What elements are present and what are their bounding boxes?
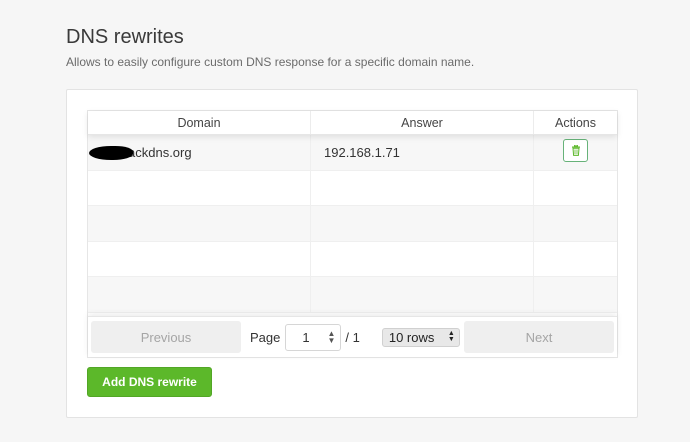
table-body: ackdns.org 192.168.1.71 [88,135,617,313]
table-row: ackdns.org 192.168.1.71 [88,135,617,171]
redaction-mark [89,146,133,160]
column-header-actions: Actions [555,115,596,130]
page-title: DNS rewrites [66,26,184,48]
empty-cell [534,206,617,241]
empty-cell [534,171,617,206]
empty-cell [311,277,534,312]
rows-per-page-value: 10 rows [388,329,435,345]
empty-cell [534,242,617,277]
page-subtitle: Allows to easily configure custom DNS re… [66,55,475,69]
delete-button[interactable] [563,138,588,162]
empty-cell [88,277,311,312]
pagination-bar: Previous Page 1 ▲ ▼ / 1 10 rows ▲ ▼ Next [88,316,617,357]
actions-cell [534,135,617,170]
previous-page-button[interactable]: Previous [91,321,241,353]
table-row [88,170,617,206]
page-number-value: 1 [302,329,310,345]
empty-cell [311,241,534,276]
empty-cell [88,241,311,276]
trash-icon [571,144,580,156]
dns-rewrites-card: Domain Answer Actions ackdns.org 192.168… [66,89,638,418]
add-dns-rewrite-button[interactable]: Add DNS rewrite [87,367,212,397]
select-arrows-icon: ▲ ▼ [447,329,455,343]
total-pages: / 1 [345,329,360,345]
page-label: Page [250,329,281,345]
rows-per-page-select[interactable]: 10 rows ▲ ▼ [381,327,460,347]
column-header-domain[interactable]: Domain [88,111,311,134]
table-row [88,206,617,242]
stepper-arrows-icon[interactable]: ▲ ▼ [327,329,335,344]
empty-cell [311,206,534,241]
empty-cell [311,170,534,205]
page-indicator: Page 1 ▲ ▼ / 1 10 rows ▲ ▼ [250,323,460,351]
page-number-input[interactable]: 1 ▲ ▼ [285,323,342,351]
domain-text: ackdns.org [128,144,192,160]
next-page-button[interactable]: Next [464,321,614,353]
empty-cell [88,170,311,205]
table-header: Domain Answer Actions [88,111,617,135]
table-row [88,277,617,313]
answer-cell: 192.168.1.71 [311,135,534,170]
column-header-answer[interactable]: Answer [311,111,534,134]
rewrites-table: Domain Answer Actions ackdns.org 192.168… [87,110,618,358]
domain-cell: ackdns.org [88,135,311,170]
empty-cell [534,277,617,312]
empty-cell [88,206,311,241]
table-row [88,241,617,277]
